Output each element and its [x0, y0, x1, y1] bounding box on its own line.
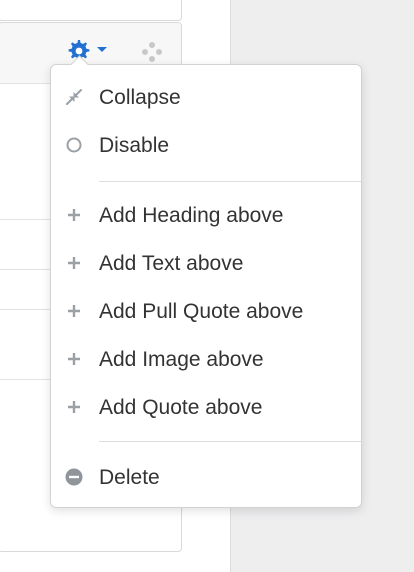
menu-item-label: Delete	[99, 466, 160, 489]
page: Collapse Disable Add Heading above Add T…	[0, 0, 414, 572]
menu-item-label: Add Pull Quote above	[99, 300, 304, 323]
circle-icon	[66, 137, 82, 153]
menu-item-add-text-above[interactable]: Add Text above	[51, 243, 361, 283]
menu-item-collapse[interactable]: Collapse	[51, 77, 361, 117]
menu-separator	[99, 181, 361, 182]
menu-item-disable[interactable]: Disable	[51, 125, 361, 165]
drag-handle[interactable]	[140, 40, 164, 64]
menu-item-add-quote-above[interactable]: Add Quote above	[51, 387, 361, 427]
menu-item-label: Collapse	[99, 86, 181, 109]
previous-block	[0, 0, 182, 21]
menu-item-add-image-above[interactable]: Add Image above	[51, 339, 361, 379]
minus-circle-icon	[65, 468, 83, 486]
collapse-icon	[66, 89, 82, 105]
menu-item-delete[interactable]: Delete	[51, 457, 361, 497]
chevron-down-icon	[97, 47, 107, 52]
plus-icon	[68, 305, 80, 317]
plus-icon	[68, 257, 80, 269]
menu-item-label: Add Heading above	[99, 204, 284, 227]
menu-item-label: Disable	[99, 134, 170, 157]
plus-icon	[68, 401, 80, 413]
menu-item-add-pull-quote-above[interactable]: Add Pull Quote above	[51, 291, 361, 331]
plus-icon	[68, 209, 80, 221]
drag-icon	[142, 42, 162, 62]
menu-item-add-heading-above[interactable]: Add Heading above	[51, 195, 361, 235]
menu-item-label: Add Text above	[99, 252, 244, 275]
block-actions-menu: Collapse Disable Add Heading above Add T…	[50, 55, 362, 508]
plus-icon	[68, 353, 80, 365]
menu-item-label: Add Image above	[99, 348, 264, 371]
menu-separator	[99, 441, 361, 442]
menu-item-label: Add Quote above	[99, 396, 263, 419]
